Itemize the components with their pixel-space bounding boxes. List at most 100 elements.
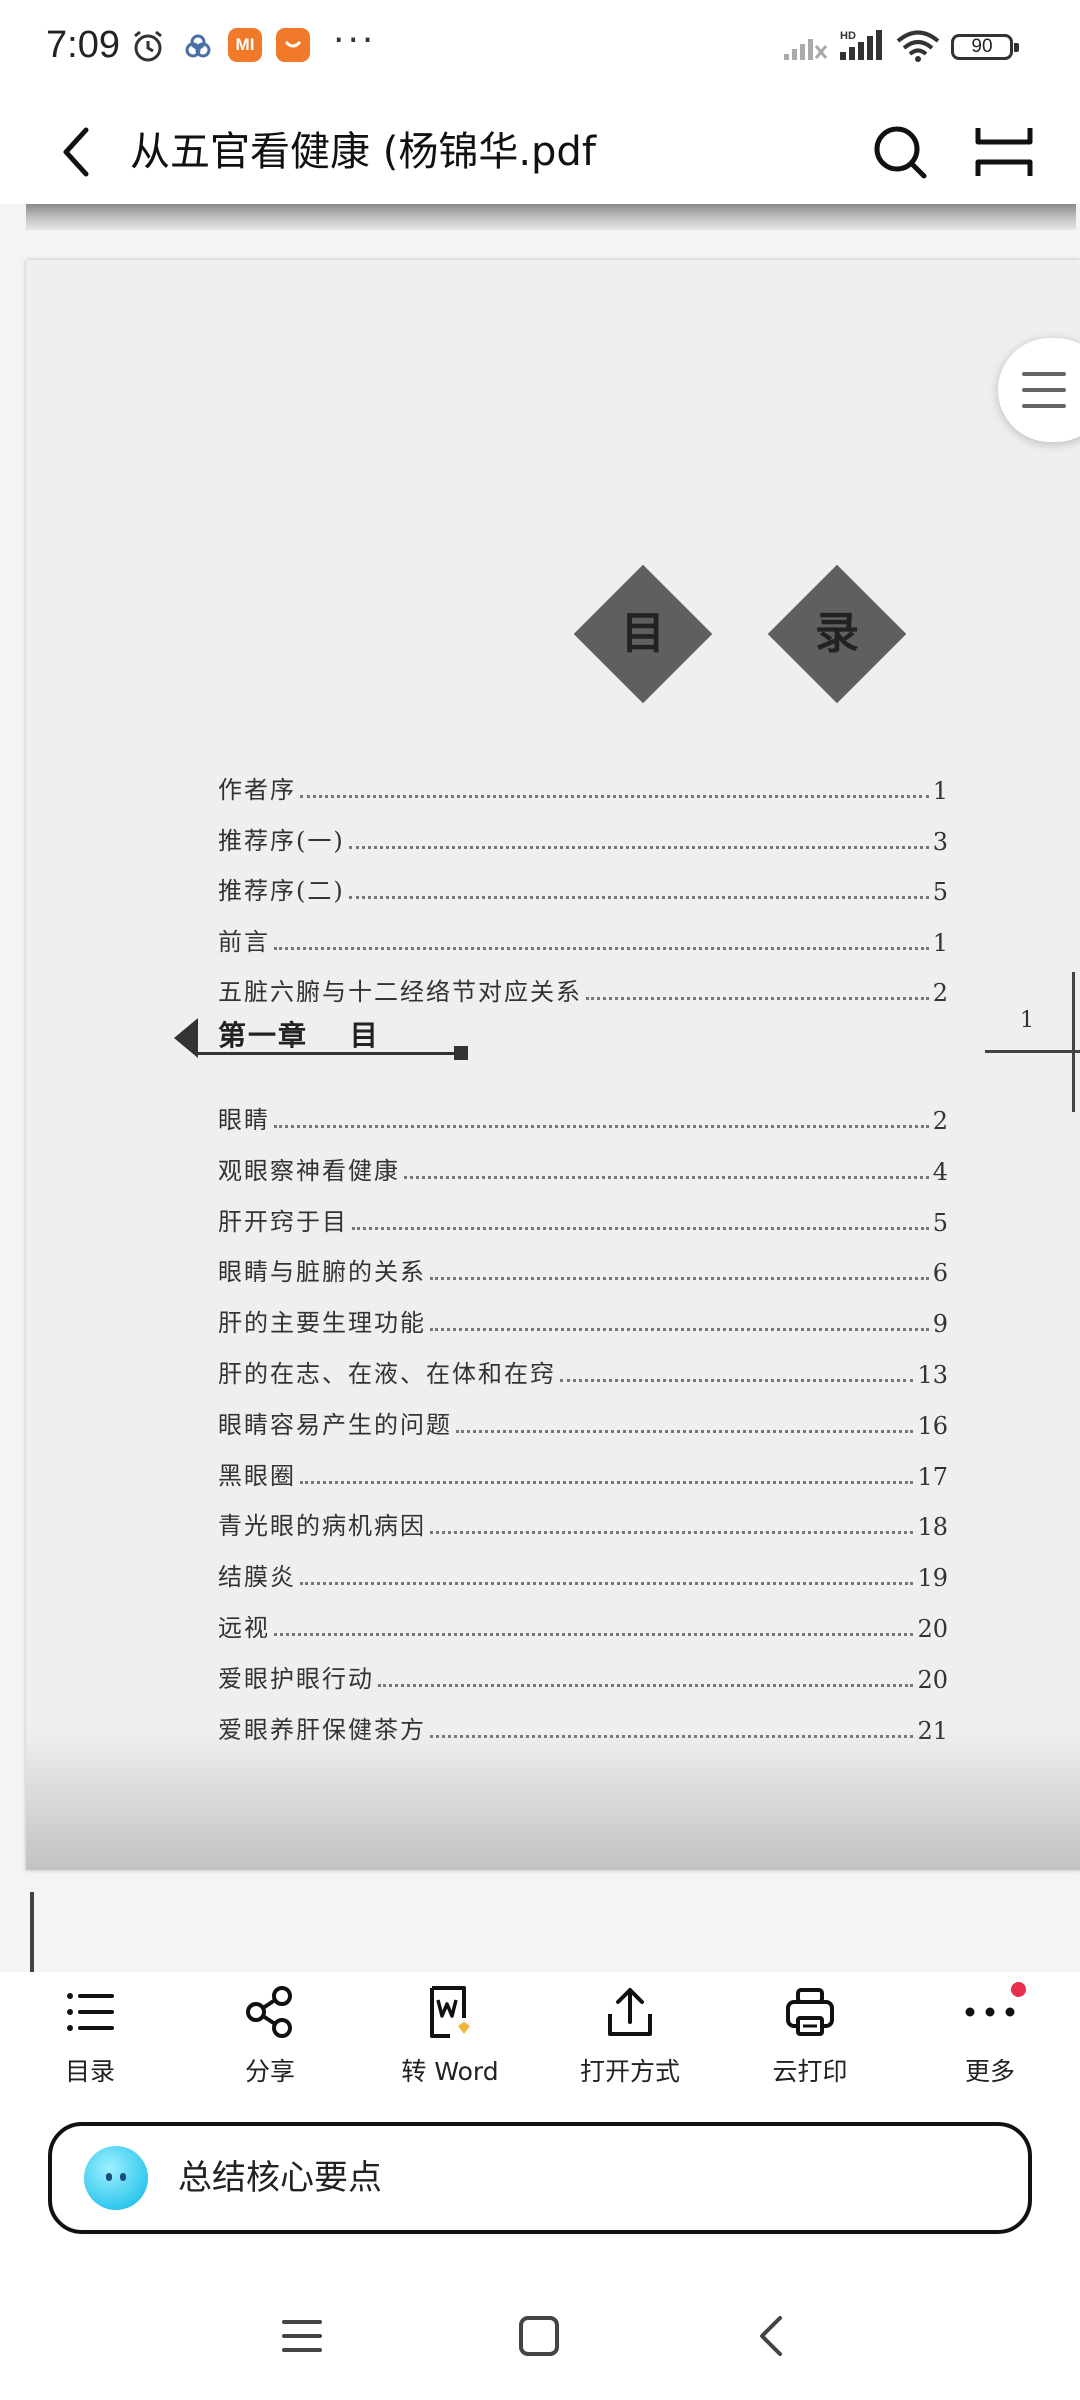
toolbar-convert-word-button[interactable]: 转 Word [375, 1982, 525, 2102]
toolbar-label: 目录 [64, 2057, 115, 2086]
hamburger-icon [1022, 372, 1066, 408]
toc-entry-page: 1 [932, 777, 948, 805]
toc-entry-page: 13 [917, 1361, 948, 1389]
crop-mark [985, 1050, 1080, 1053]
toolbar-label: 转 Word [401, 2057, 499, 2086]
toc-leader-dots [300, 795, 929, 798]
toolbar-share-button[interactable]: 分享 [195, 1982, 345, 2102]
toc-leader-dots [352, 1226, 929, 1230]
toc-entry[interactable]: 青光眼的病机病因 18 [218, 1501, 948, 1541]
toc-entry-page: 5 [932, 878, 948, 906]
toc-entry[interactable]: 黑眼圈 17 [218, 1451, 948, 1491]
system-back-button[interactable] [744, 2308, 800, 2364]
upload-icon [608, 1988, 652, 2036]
toolbar-contents-button[interactable]: 目录 [15, 1982, 165, 2102]
toc-entry-label: 眼睛与脏腑的关系 [218, 1258, 426, 1287]
toc-entry-label: 黑眼圈 [218, 1461, 296, 1490]
wifi-icon [896, 30, 940, 62]
toc-entry-label: 作者序 [218, 776, 296, 804]
toc-entry[interactable]: 肝开窍于目 5 [218, 1197, 948, 1237]
pdf-page: 目 录 作者序 1 推荐序(一) 3 推荐序(二) 5 前言 1 五脏六腑与十二经络节对应关系 2… [26, 260, 1080, 1870]
toc-entry-label: 眼睛容易产生的问题 [218, 1410, 452, 1439]
signal-hd-icon: HD [840, 30, 882, 60]
toc-entry-label: 五脏六腑与十二经络节对应关系 [218, 978, 582, 1006]
status-bar: 7:09 MI ··· HD 90 [0, 0, 1080, 100]
reading-mode-button[interactable] [970, 118, 1038, 186]
chapter-underline [198, 1052, 458, 1055]
toc-entry[interactable]: 推荐序(二) 5 [218, 866, 948, 906]
toolbar-label: 打开方式 [579, 2057, 680, 2086]
toc-entry-label: 推荐序(二) [218, 877, 345, 905]
toc-entry-page: 2 [932, 1107, 948, 1135]
toc-leader-dots [300, 1582, 914, 1586]
toolbar-open-with-button[interactable]: 打开方式 [555, 1982, 705, 2102]
more-notifications-icon: ··· [333, 20, 377, 61]
toc-leader-dots [586, 997, 929, 1000]
toc-leader-dots [430, 1328, 929, 1332]
toc-entry-page: 3 [932, 827, 948, 856]
toc-entry[interactable]: 爱眼养肝保健茶方 21 [218, 1705, 948, 1745]
toolbar-label: 云打印 [772, 2057, 848, 2086]
ai-summary-label: 总结核心要点 [178, 2158, 382, 2198]
toc-entry[interactable]: 眼睛容易产生的问题 16 [218, 1400, 948, 1440]
signal-weak-icon [784, 39, 828, 60]
document-title: 从五官看健康 (杨锦华.pdf [130, 129, 596, 175]
back-button[interactable] [46, 120, 110, 184]
chapter-arrow-icon [174, 1018, 198, 1058]
system-navigation-bar [0, 2270, 1080, 2400]
toc-entry-page: 19 [917, 1564, 948, 1593]
toc-entry-page: 2 [932, 979, 948, 1007]
cloud-sync-icon [185, 34, 211, 58]
toc-entry[interactable]: 远视 20 [218, 1603, 948, 1643]
toc-entry-label: 远视 [218, 1614, 270, 1642]
toc-entry[interactable]: 前言 1 [218, 917, 948, 957]
recent-apps-button[interactable] [274, 2308, 330, 2364]
toc-entry-label: 眼睛 [218, 1106, 270, 1134]
search-button[interactable] [866, 118, 934, 186]
toc-leader-dots [404, 1175, 929, 1179]
app-header: 从五官看健康 (杨锦华.pdf [0, 100, 1080, 204]
toc-entry[interactable]: 观眼察神看健康 4 [218, 1146, 948, 1186]
toc-entry[interactable]: 推荐序(一) 3 [218, 816, 948, 856]
toc-entry-page: 17 [917, 1462, 948, 1491]
toc-entry[interactable]: 肝的主要生理功能 9 [218, 1298, 948, 1338]
document-viewer[interactable]: 目 录 作者序 1 推荐序(一) 3 推荐序(二) 5 前言 1 五脏六腑与十二经络节对应关系 2… [0, 204, 1080, 1972]
toc-leader-dots [430, 1531, 914, 1535]
toc-entry-page: 20 [917, 1615, 948, 1643]
toc-entry-label: 推荐序(一) [218, 826, 345, 855]
toc-leader-dots [378, 1683, 914, 1687]
toc-entry-label: 观眼察神看健康 [218, 1156, 400, 1185]
notification-dot [1011, 1982, 1026, 1997]
toc-leader-dots [348, 896, 929, 899]
toc-entry[interactable]: 爱眼护眼行动 20 [218, 1654, 948, 1694]
toc-entry-label: 肝的在志、在液、在体和在窍 [218, 1360, 556, 1388]
toc-entry[interactable]: 结膜炎 19 [218, 1552, 948, 1592]
toc-entry-label: 青光眼的病机病因 [218, 1512, 426, 1541]
toc-entry[interactable]: 五脏六腑与十二经络节对应关系 2 [218, 967, 948, 1007]
toolbar-more-button[interactable]: 更多 [915, 1982, 1065, 2102]
alarm-icon [134, 30, 162, 62]
toc-leader-dots [274, 1125, 929, 1128]
toc-entry-page: 1 [932, 928, 948, 957]
toc-leader-dots [456, 1429, 914, 1433]
toc-leader-dots [560, 1379, 914, 1382]
next-page-number: 1 [1020, 1008, 1034, 1033]
toc-leader-dots [430, 1734, 914, 1738]
toc-entry[interactable]: 眼睛与脏腑的关系 6 [218, 1247, 948, 1287]
toc-entry-label: 爱眼护眼行动 [218, 1664, 374, 1693]
toolbar-label: 分享 [244, 2057, 295, 2086]
word-convert-icon [430, 1986, 470, 2038]
previous-page-edge [26, 204, 1076, 230]
toc-entry-page: 5 [932, 1208, 948, 1237]
toc-entry[interactable]: 作者序 1 [218, 765, 948, 805]
toc-entry[interactable]: 眼睛 2 [218, 1095, 948, 1135]
toc-entry-page: 21 [917, 1716, 948, 1745]
toc-entry-page: 20 [917, 1665, 948, 1694]
ai-assistant-avatar-icon [84, 2146, 148, 2210]
home-button[interactable] [511, 2308, 567, 2364]
toc-entry[interactable]: 肝的在志、在液、在体和在窍 13 [218, 1349, 948, 1389]
ai-summary-button[interactable]: 总结核心要点 [48, 2122, 1032, 2234]
toolbar-label: 更多 [964, 2057, 1015, 2086]
toolbar-cloud-print-button[interactable]: 云打印 [735, 1982, 885, 2102]
toc-title-char: 目 [621, 608, 665, 659]
